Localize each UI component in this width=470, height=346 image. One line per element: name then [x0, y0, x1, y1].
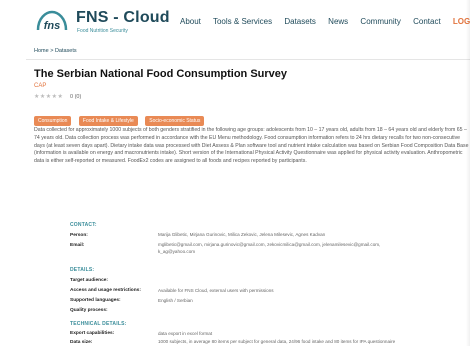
contact-heading: CONTACT: — [70, 222, 97, 228]
access-value: Available for FNS Cloud, external users … — [158, 288, 274, 293]
dataset-title: The Serbian National Food Consumption Su… — [34, 68, 288, 80]
languages-value: English / Serbian — [158, 298, 193, 303]
rating-count: 0 (0) — [70, 94, 82, 100]
nav-datasets[interactable]: Datasets — [284, 17, 316, 26]
tag-list: Consumption Food Intake & Lifestyle Soci… — [34, 109, 207, 127]
export-value: data export in excel format — [158, 331, 213, 336]
person-label: Person: — [70, 233, 88, 238]
dataset-description: Data collected for approximately 1000 su… — [34, 127, 469, 165]
breadcrumb[interactable]: Home > Datasets — [34, 48, 77, 54]
dataset-subtitle: CAP — [34, 83, 47, 89]
nav-community[interactable]: Community — [360, 17, 400, 26]
person-value: Marija Glibetic, Mirjana Gurinovic, Mili… — [158, 232, 326, 237]
fns-logo-icon[interactable]: fns — [34, 8, 70, 36]
divider — [26, 59, 470, 60]
rating-stars[interactable]: ★★★★★ — [34, 93, 63, 100]
quality-label: Quality process: — [70, 308, 108, 313]
export-label: Export capabilities: — [70, 331, 115, 336]
nav-tools-services[interactable]: Tools & Services — [213, 17, 272, 26]
site-header: fns FNS - Cloud Food Nutrition Security … — [0, 0, 470, 44]
logo-title[interactable]: FNS - Cloud — [76, 9, 170, 27]
nav-contact[interactable]: Contact — [413, 17, 441, 26]
tag-food-intake[interactable]: Food Intake & Lifestyle — [78, 116, 138, 126]
logo-subtitle: Food Nutrition Security — [77, 28, 128, 34]
tag-consumption[interactable]: Consumption — [34, 116, 72, 126]
nav-news[interactable]: News — [328, 17, 348, 26]
languages-label: Supported languages: — [70, 298, 121, 303]
details-heading: DETAILS: — [70, 267, 95, 273]
main-nav: About Tools & Services Datasets News Com… — [180, 17, 470, 26]
nav-about[interactable]: About — [180, 17, 201, 26]
page: fns FNS - Cloud Food Nutrition Security … — [0, 0, 470, 346]
access-label: Access and usage restrictions: — [70, 288, 141, 293]
edge-shadow — [466, 0, 470, 346]
technical-heading: TECHNICAL DETAILS: — [70, 321, 127, 327]
data-size-label: Data size: — [70, 340, 93, 345]
target-audience-label: Target audience: — [70, 278, 109, 283]
svg-text:fns: fns — [44, 20, 61, 32]
email-label: Email: — [70, 243, 85, 248]
tag-socio-economic[interactable]: Socio-economic Status — [145, 116, 205, 126]
email-value[interactable]: mglibetic@gmail.com, mirjana.gurinovic@g… — [158, 242, 388, 255]
data-size-value: 1000 subjects, in average 80 items per s… — [158, 339, 396, 344]
